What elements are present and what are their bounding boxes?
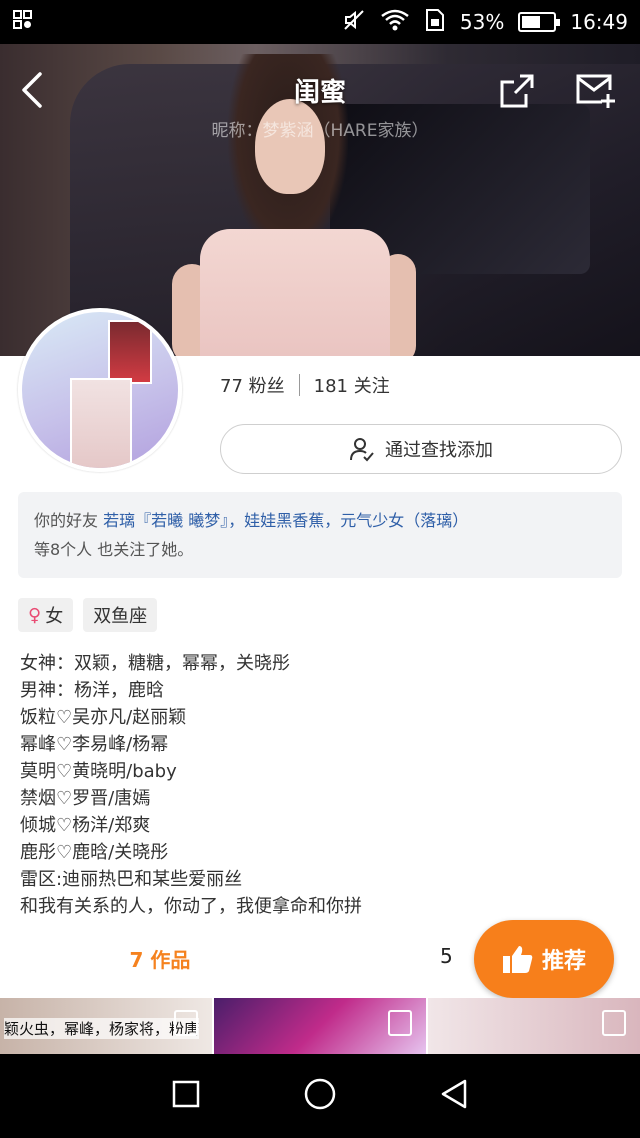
recommend-label: 推荐 xyxy=(541,949,586,974)
user-check-icon xyxy=(350,438,374,462)
add-friend-button[interactable]: 通过查找添加 xyxy=(220,424,622,474)
tab-other[interactable]: 5 xyxy=(440,944,453,968)
zodiac-tag: 双鱼座 xyxy=(83,598,158,632)
battery-percent: 53% xyxy=(459,10,505,34)
works-grid: 颖火虫，幂峰，杨家将，粉唐 xyxy=(0,998,640,1054)
clock: 16:49 xyxy=(570,10,628,34)
tab-works[interactable]: 7 作品 xyxy=(0,944,320,973)
bio-line: 和我有关系的人，你动了，我便拿命和你拼 xyxy=(20,896,362,917)
bio: 女神：双颖，糖糖，幂幂，关晓彤 男神：杨洋，鹿晗 饭粒♡吴亦凡/赵丽颖 幂峰♡李… xyxy=(20,650,620,920)
nickname: 昵称：梦紫涵（HARE家族） xyxy=(211,121,429,141)
back-nav-button[interactable] xyxy=(439,1078,469,1114)
app-notification-icon xyxy=(12,9,34,36)
image-icon xyxy=(174,1010,198,1036)
circle-icon xyxy=(304,1078,336,1110)
bio-line: 禁烟♡罗晋/唐嫣 xyxy=(20,788,151,809)
recents-button[interactable] xyxy=(171,1079,201,1113)
gender-tag: ♀ 女 xyxy=(18,598,74,632)
zodiac-label: 双鱼座 xyxy=(93,606,148,627)
status-bar: 53% 16:49 xyxy=(0,0,640,44)
message-button[interactable] xyxy=(574,72,616,110)
work-thumbnail[interactable] xyxy=(214,998,426,1054)
bio-line: 鹿彤♡鹿晗/关晓彤 xyxy=(20,842,169,863)
square-icon xyxy=(172,1080,200,1108)
mutual-friend-names[interactable]: 若璃『若曦 曦梦』，娃娃黑香蕉，元气少女（落璃） xyxy=(103,511,468,530)
bio-line: 幂峰♡李易峰/杨幂 xyxy=(20,734,169,755)
mutual-friends-card[interactable]: 你的好友 若璃『若曦 曦梦』，娃娃黑香蕉，元气少女（落璃） 等8个人 也关注了她… xyxy=(18,492,622,578)
image-icon xyxy=(602,1010,626,1036)
work-thumbnail[interactable] xyxy=(428,998,640,1054)
bio-line: 雷区:迪丽热巴和某些爱丽丝 xyxy=(20,869,243,890)
bio-line: 女神：双颖，糖糖，幂幂，关晓彤 xyxy=(20,653,290,674)
profile-tags: ♀ 女 双鱼座 xyxy=(18,598,158,632)
sim-card-icon xyxy=(424,8,446,37)
fans-count[interactable]: 77 粉丝 xyxy=(220,372,285,398)
bio-line: 倾城♡杨洋/郑爽 xyxy=(20,815,151,836)
mutual-prefix: 你的好友 xyxy=(34,511,99,530)
system-nav-bar xyxy=(0,1054,640,1138)
home-button[interactable] xyxy=(303,1077,337,1115)
wifi-icon xyxy=(380,8,410,37)
gender-label: 女 xyxy=(45,606,64,627)
page-title: 闺蜜 xyxy=(293,78,346,108)
stats-divider xyxy=(298,374,300,396)
bio-line: 莫明♡黄晓明/baby xyxy=(20,761,177,782)
add-friend-label: 通过查找添加 xyxy=(385,440,493,461)
avatar[interactable] xyxy=(18,308,182,472)
mute-icon xyxy=(342,8,366,37)
bio-line: 男神：杨洋，鹿晗 xyxy=(20,680,164,701)
bio-line: 饭粒♡吴亦凡/赵丽颖 xyxy=(20,707,187,728)
mutual-suffix: 等8个人 也关注了她。 xyxy=(34,540,194,559)
thumbs-up-icon xyxy=(502,946,533,973)
work-thumbnail[interactable]: 颖火虫，幂峰，杨家将，粉唐 xyxy=(0,998,212,1054)
stats: 77 粉丝 181 关注 xyxy=(220,372,390,398)
battery-icon xyxy=(518,12,561,32)
work-caption: 颖火虫，幂峰，杨家将，粉唐 xyxy=(4,1018,200,1039)
mail-plus-icon xyxy=(576,74,615,108)
triangle-back-icon xyxy=(441,1079,467,1109)
female-icon: ♀ xyxy=(28,604,42,626)
share-icon xyxy=(500,74,534,108)
image-icon xyxy=(388,1010,412,1036)
share-button[interactable] xyxy=(498,72,536,110)
following-count[interactable]: 181 关注 xyxy=(314,372,390,398)
recommend-button[interactable]: 推荐 xyxy=(474,920,614,998)
